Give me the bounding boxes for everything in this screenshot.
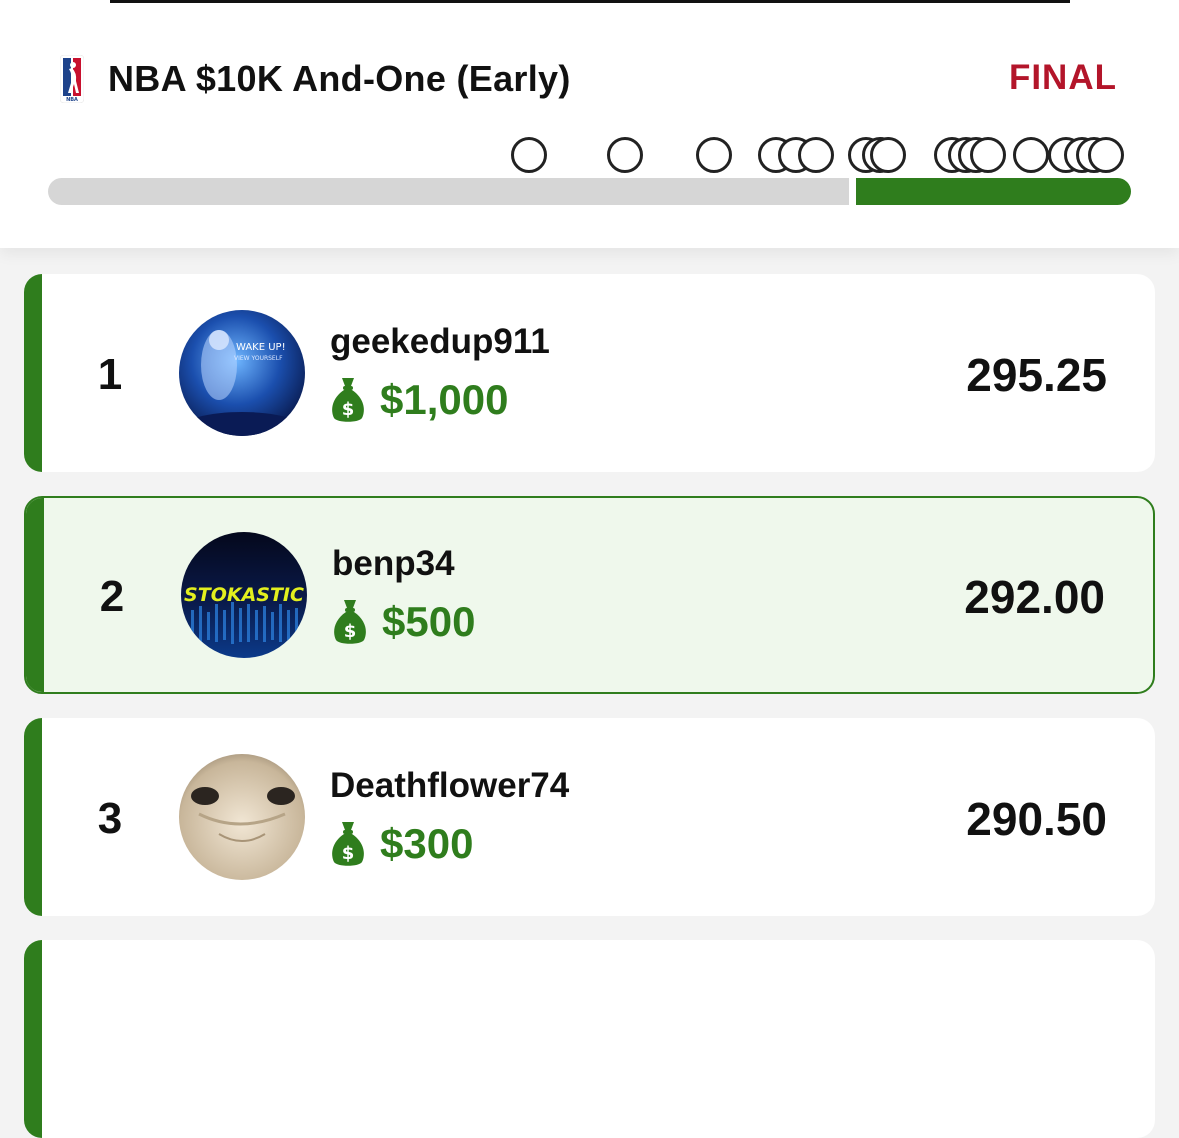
svg-text:NBA: NBA xyxy=(66,97,78,103)
status-badge: FINAL xyxy=(1008,58,1117,97)
rank-number: 3 xyxy=(97,794,123,843)
svg-text:$: $ xyxy=(344,621,357,642)
avatar-image: STOKASTIC xyxy=(181,532,307,658)
rank-number: 2 xyxy=(99,572,125,621)
prize: $ $1,000 xyxy=(330,374,508,426)
contest-header: NBA NBA $10K And-One (Early) FINAL xyxy=(0,0,1179,248)
fantasy-score: 295.25 xyxy=(966,349,1107,401)
avatar[interactable]: WAKE UP! VIEW YOURSELF xyxy=(179,310,305,436)
svg-text:$: $ xyxy=(342,843,355,864)
game-marker xyxy=(798,137,834,173)
avatar[interactable] xyxy=(179,754,305,880)
money-bag-icon: $ xyxy=(332,378,364,422)
row-accent xyxy=(24,718,42,916)
avatar[interactable]: STOKASTIC xyxy=(181,532,307,658)
game-marker xyxy=(970,137,1006,173)
game-marker xyxy=(1013,137,1049,173)
game-marker xyxy=(696,137,732,173)
leaderboard-row[interactable]: 3 Deathflower74 $ $300 290.50 xyxy=(24,718,1155,916)
game-marker xyxy=(607,137,643,173)
progress-completed xyxy=(856,178,1131,205)
fantasy-score: 290.50 xyxy=(966,793,1107,845)
username[interactable]: Deathflower74 xyxy=(330,766,569,806)
username[interactable]: geekedup911 xyxy=(330,322,550,362)
leaderboard-row[interactable] xyxy=(24,940,1155,1138)
prize: $ $500 xyxy=(332,596,475,648)
prize-amount: $300 xyxy=(380,820,474,867)
progress-remaining xyxy=(48,178,849,205)
row-accent xyxy=(26,498,44,692)
contest-progress-bar xyxy=(48,178,1131,205)
prize-amount: $500 xyxy=(382,598,476,645)
avatar-caption: VIEW YOURSELF xyxy=(234,355,283,362)
game-marker xyxy=(1088,137,1124,173)
avatar-caption: STOKASTIC xyxy=(184,584,304,606)
row-accent xyxy=(24,940,42,1138)
rank-number: 1 xyxy=(97,350,123,399)
avatar-image xyxy=(179,754,305,880)
money-bag-icon: $ xyxy=(332,822,364,866)
prize-amount: $1,000 xyxy=(380,376,509,423)
nba-logo-icon: NBA xyxy=(60,55,84,103)
contest-title: NBA $10K And-One (Early) xyxy=(108,58,571,99)
divider xyxy=(110,0,1070,3)
leaderboard-row[interactable]: 1 WAKE UP! VIEW YOURSELF geekedup911 $ $… xyxy=(24,274,1155,472)
avatar-image: WAKE UP! VIEW YOURSELF xyxy=(179,310,305,436)
game-marker xyxy=(511,137,547,173)
leaderboard-row-highlighted[interactable]: 2 STOKASTIC benp34 $ $500 292.00 xyxy=(24,496,1155,694)
svg-text:$: $ xyxy=(342,399,355,420)
row-accent xyxy=(24,274,42,472)
prize: $ $300 xyxy=(330,818,473,870)
fantasy-score: 292.00 xyxy=(964,571,1105,623)
avatar-caption: WAKE UP! xyxy=(236,342,286,353)
money-bag-icon: $ xyxy=(334,600,366,644)
game-marker xyxy=(870,137,906,173)
username[interactable]: benp34 xyxy=(332,544,455,584)
